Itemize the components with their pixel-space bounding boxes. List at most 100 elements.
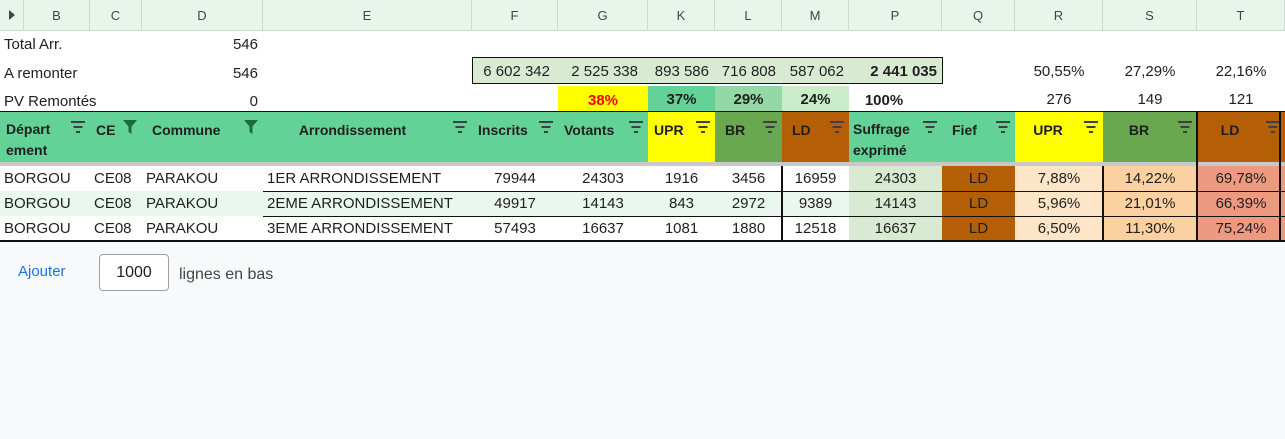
header-ld[interactable]: LD [782,112,849,162]
column-header-k[interactable]: K [648,0,715,31]
cell-ce[interactable]: CE08 [94,196,142,211]
cell-commune[interactable]: PARAKOU [146,171,261,186]
cell-pct-br[interactable]: 11,30% [1103,221,1197,236]
cell-arrondissement[interactable]: 2EME ARRONDISSEMENT [267,196,472,211]
cell-arrondissement[interactable]: 3EME ARRONDISSEMENT [267,221,472,236]
filter-icon[interactable] [695,121,710,133]
cell-br[interactable]: 1880 [715,221,782,236]
total-arr-label[interactable]: Total Arr. [4,37,134,52]
total-votants[interactable]: 2 525 338 [558,64,638,79]
column-header-toggle[interactable] [0,0,24,31]
count-ld[interactable]: 121 [1197,92,1285,107]
cell-departement[interactable]: BORGOU [4,221,88,236]
header-pct-upr[interactable]: UPR [1015,112,1103,162]
pct-votants[interactable]: 38% [558,93,648,108]
cell-upr[interactable]: 843 [648,196,715,211]
cell-pct-ld[interactable]: 66,39% [1197,196,1285,211]
cell-votants[interactable]: 14143 [558,196,648,211]
pct-br-pv[interactable]: 29% [715,92,782,107]
column-header-r[interactable]: R [1015,0,1103,31]
column-header-m[interactable]: M [782,0,849,31]
filter-icon[interactable] [829,121,844,133]
filter-icon[interactable] [452,121,467,133]
header-pct-br[interactable]: BR [1103,112,1197,162]
column-header-b[interactable]: B [24,0,90,31]
header-ce[interactable]: CE [90,112,142,162]
cell-departement[interactable]: BORGOU [4,171,88,186]
header-br[interactable]: BR [715,112,782,162]
add-rows-button[interactable]: Ajouter [18,263,66,280]
cell-br[interactable]: 3456 [715,171,782,186]
total-ld[interactable]: 587 062 [782,64,844,79]
header-suffrage[interactable]: Suffrage exprimé [849,112,942,162]
cell-pct-ld[interactable]: 69,78% [1197,171,1285,186]
total-br[interactable]: 716 808 [715,64,776,79]
table-row[interactable]: BORGOU CE08 PARAKOU 2EME ARRONDISSEMENT … [0,191,1285,216]
cell-pct-br[interactable]: 14,22% [1103,171,1197,186]
cell-suffrage[interactable]: 16637 [849,221,942,236]
cell-inscrits[interactable]: 57493 [472,221,558,236]
pct-suffrage-pv[interactable]: 100% [849,93,919,108]
header-commune[interactable]: Commune [142,112,263,162]
column-header-d[interactable]: D [142,0,263,31]
cell-upr[interactable]: 1081 [648,221,715,236]
pct-br-total[interactable]: 27,29% [1103,64,1197,79]
a-remonter-label[interactable]: A remonter [4,66,134,81]
column-header-c[interactable]: C [90,0,142,31]
column-header-e[interactable]: E [263,0,472,31]
total-arr-value[interactable]: 546 [142,37,258,52]
cell-pct-upr[interactable]: 7,88% [1015,171,1103,186]
filter-icon[interactable] [1177,121,1192,133]
column-header-f[interactable]: F [472,0,558,31]
count-br[interactable]: 149 [1103,92,1197,107]
cell-ld[interactable]: 9389 [782,196,849,211]
cell-upr[interactable]: 1916 [648,171,715,186]
cell-votants[interactable]: 16637 [558,221,648,236]
cell-fief[interactable]: LD [942,171,1015,186]
pct-ld-total[interactable]: 22,16% [1197,64,1285,79]
cell-fief[interactable]: LD [942,196,1015,211]
column-header-q[interactable]: Q [942,0,1015,31]
column-header-p[interactable]: P [849,0,942,31]
filter-icon[interactable] [922,121,937,133]
pv-remontes-value[interactable]: 0 [142,94,258,109]
pv-remontes-label[interactable]: PV Remontés [4,94,134,109]
filter-icon[interactable] [70,121,85,133]
cell-br[interactable]: 2972 [715,196,782,211]
total-upr[interactable]: 893 586 [648,64,709,79]
cell-pct-upr[interactable]: 6,50% [1015,221,1103,236]
header-departement[interactable]: Départ ement [0,112,90,162]
table-row[interactable]: BORGOU CE08 PARAKOU 1ER ARRONDISSEMENT 7… [0,166,1285,191]
cell-votants[interactable]: 24303 [558,171,648,186]
cell-suffrage[interactable]: 14143 [849,196,942,211]
column-header-l[interactable]: L [715,0,782,31]
count-upr[interactable]: 276 [1015,92,1103,107]
table-row[interactable]: BORGOU CE08 PARAKOU 3EME ARRONDISSEMENT … [0,216,1285,241]
cell-inscrits[interactable]: 79944 [472,171,558,186]
cell-arrondissement[interactable]: 1ER ARRONDISSEMENT [267,171,472,186]
total-inscrits[interactable]: 6 602 342 [472,64,550,79]
cell-pct-br[interactable]: 21,01% [1103,196,1197,211]
filter-icon[interactable] [762,121,777,133]
cell-ld[interactable]: 12518 [782,221,849,236]
cell-inscrits[interactable]: 49917 [472,196,558,211]
cell-pct-upr[interactable]: 5,96% [1015,196,1103,211]
cell-ce[interactable]: CE08 [94,171,142,186]
cell-suffrage[interactable]: 24303 [849,171,942,186]
a-remonter-value[interactable]: 546 [142,66,258,81]
header-pct-ld[interactable]: LD [1197,112,1285,162]
header-inscrits[interactable]: Inscrits [472,112,558,162]
pct-upr-total[interactable]: 50,55% [1015,64,1103,79]
cell-ce[interactable]: CE08 [94,221,142,236]
funnel-filled-icon[interactable] [244,120,258,134]
cell-commune[interactable]: PARAKOU [146,221,261,236]
cell-departement[interactable]: BORGOU [4,196,88,211]
pct-upr-pv[interactable]: 37% [648,92,715,107]
filter-icon[interactable] [1265,121,1280,133]
filter-icon[interactable] [1083,121,1098,133]
total-suffrage[interactable]: 2 441 035 [849,64,937,79]
header-votants[interactable]: Votants [558,112,648,162]
column-header-t[interactable]: T [1197,0,1285,31]
filter-icon[interactable] [995,121,1010,133]
pct-ld-pv[interactable]: 24% [782,92,849,107]
